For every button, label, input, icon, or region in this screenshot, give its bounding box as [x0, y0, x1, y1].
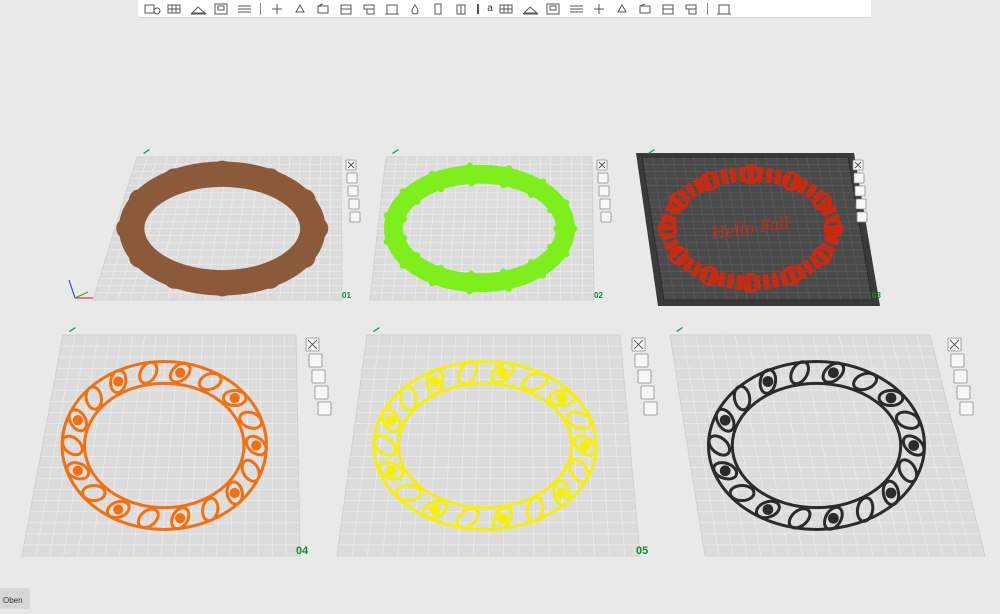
auto-orient-icon[interactable] [312, 370, 325, 383]
auto-orient-icon[interactable] [954, 370, 967, 383]
lock-plate-icon[interactable] [856, 199, 866, 209]
plate-type-icon[interactable] [960, 402, 973, 415]
edit-plate-name-icon[interactable] [392, 149, 399, 154]
lock-plate-icon[interactable] [957, 386, 970, 399]
plate-index-label: 05 [636, 545, 648, 557]
plate-index-label: 01 [342, 291, 351, 300]
auto-orient-icon[interactable] [638, 370, 651, 383]
auto-orient-icon[interactable] [348, 186, 358, 196]
build-plate-scene: 01 02 Hello Fall03 04 05 [0, 0, 1000, 609]
axis-gizmo-icon [69, 280, 93, 298]
build-plate[interactable] [670, 327, 985, 556]
plate-index-label: 02 [594, 291, 603, 300]
view-orientation-label[interactable]: Oben [0, 588, 30, 609]
build-plate[interactable]: 05 [337, 327, 657, 557]
edit-plate-name-icon[interactable] [373, 327, 380, 332]
lock-plate-icon[interactable] [641, 386, 654, 399]
plate-type-icon[interactable] [350, 212, 360, 222]
build-plate[interactable]: 04 [22, 327, 331, 557]
plate-type-icon[interactable] [601, 212, 611, 222]
edit-plate-name-icon[interactable] [69, 327, 76, 332]
lock-plate-icon[interactable] [600, 199, 610, 209]
plate-type-icon[interactable] [644, 402, 657, 415]
edit-plate-name-icon[interactable] [676, 327, 683, 332]
lock-plate-icon[interactable] [315, 386, 328, 399]
plate-index-label: 04 [296, 545, 309, 557]
plate-settings-icon[interactable] [598, 173, 608, 183]
plate-index-label: 03 [872, 291, 881, 300]
build-plate[interactable]: 02 [370, 149, 611, 300]
plate-type-icon[interactable] [318, 402, 331, 415]
plate-settings-icon[interactable] [347, 173, 357, 183]
build-plate[interactable]: Hello Fall03 [636, 149, 881, 306]
auto-orient-icon[interactable] [855, 186, 865, 196]
plate-settings-icon[interactable] [854, 173, 864, 183]
plate-type-icon[interactable] [857, 212, 867, 222]
plate-settings-icon[interactable] [309, 354, 322, 367]
plate-settings-icon[interactable] [951, 354, 964, 367]
lock-plate-icon[interactable] [349, 199, 359, 209]
edit-plate-name-icon[interactable] [143, 149, 150, 154]
build-plate[interactable]: 01 [93, 149, 360, 300]
auto-orient-icon[interactable] [599, 186, 609, 196]
plate-settings-icon[interactable] [635, 354, 648, 367]
